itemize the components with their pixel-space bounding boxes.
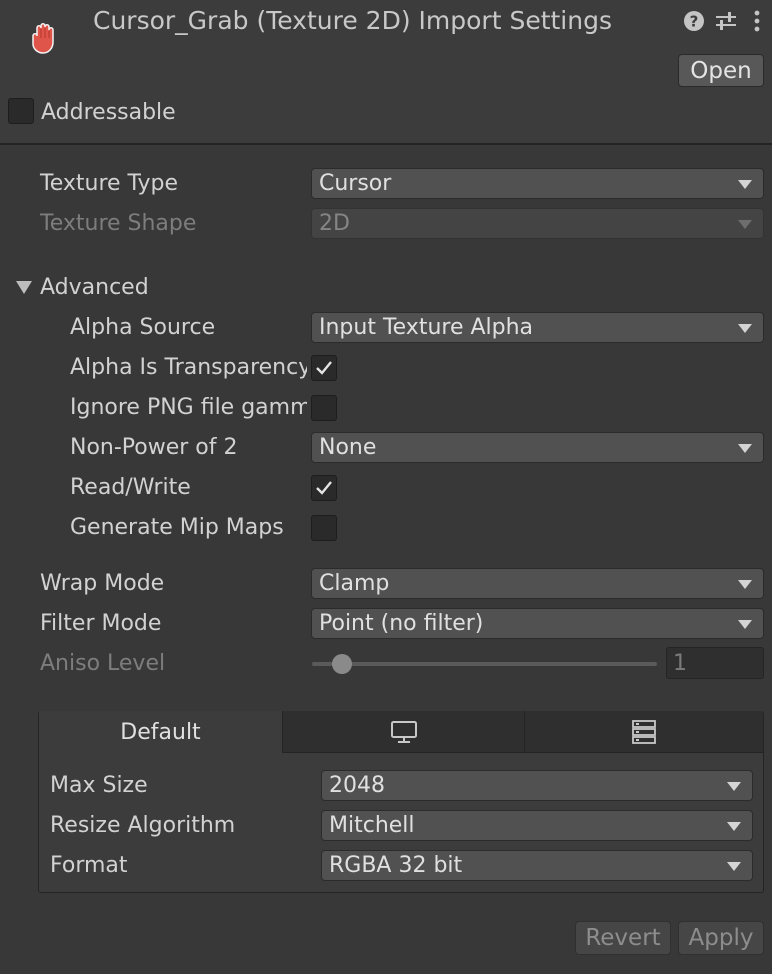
chevron-down-icon: [727, 822, 741, 831]
chevron-down-icon: [727, 862, 741, 871]
chevron-down-icon: [738, 580, 752, 589]
texture-type-dropdown[interactable]: Cursor: [311, 168, 764, 199]
read-write-label: Read/Write: [70, 475, 191, 500]
format-value: RGBA 32 bit: [329, 853, 463, 878]
sliders-icon[interactable]: [714, 9, 738, 39]
foldout-arrow-icon[interactable]: [16, 281, 32, 294]
chevron-down-icon: [738, 620, 752, 629]
aniso-level-slider-track: [312, 662, 657, 666]
wrap-mode-value: Clamp: [319, 571, 390, 596]
max-size-label: Max Size: [50, 773, 148, 798]
aniso-level-slider-handle: [331, 654, 352, 674]
hand-icon: [26, 20, 62, 62]
alpha-is-transparency-checkbox[interactable]: [311, 355, 337, 381]
open-button[interactable]: Open: [678, 54, 764, 87]
alpha-source-dropdown[interactable]: Input Texture Alpha: [311, 312, 764, 343]
texture-shape-dropdown: 2D: [311, 208, 764, 239]
advanced-foldout-label[interactable]: Advanced: [40, 275, 149, 300]
texture-shape-label: Texture Shape: [40, 211, 197, 236]
tab-standalone[interactable]: [282, 711, 524, 753]
help-icon[interactable]: ?: [683, 9, 705, 39]
generate-mip-maps-label: Generate Mip Maps: [70, 515, 284, 540]
ignore-png-gamma-label: Ignore PNG file gamma: [70, 395, 307, 420]
chevron-down-icon: [738, 324, 752, 333]
format-label: Format: [50, 853, 128, 878]
alpha-is-transparency-label: Alpha Is Transparency: [70, 355, 307, 380]
aniso-level-label: Aniso Level: [40, 651, 166, 676]
resize-algorithm-label: Resize Algorithm: [50, 813, 236, 838]
server-icon: [632, 719, 656, 744]
filter-mode-dropdown[interactable]: Point (no filter): [311, 608, 764, 639]
read-write-checkbox[interactable]: [311, 475, 337, 501]
inspector-title: Cursor_Grab (Texture 2D) Import Settings: [93, 6, 612, 35]
aniso-level-field: 1: [666, 647, 764, 679]
resize-algorithm-dropdown[interactable]: Mitchell: [321, 810, 753, 841]
non-power-of-2-dropdown[interactable]: None: [311, 432, 764, 463]
chevron-down-icon: [727, 782, 741, 791]
revert-button[interactable]: Revert: [575, 921, 671, 955]
texture-shape-value: 2D: [319, 211, 350, 236]
alpha-source-label: Alpha Source: [70, 315, 216, 340]
chevron-down-icon: [738, 220, 752, 229]
apply-button[interactable]: Apply: [678, 921, 764, 955]
tab-default[interactable]: Default: [39, 711, 282, 753]
non-power-of-2-label: Non-Power of 2: [70, 435, 238, 460]
addressable-checkbox[interactable]: [8, 98, 34, 124]
checkmark-icon: [316, 481, 332, 495]
chevron-down-icon: [738, 444, 752, 453]
wrap-mode-label: Wrap Mode: [40, 571, 165, 596]
max-size-value: 2048: [329, 773, 385, 798]
monitor-icon: [390, 720, 417, 743]
texture-type-label: Texture Type: [40, 171, 179, 196]
max-size-dropdown[interactable]: 2048: [321, 770, 753, 801]
resize-algorithm-value: Mitchell: [329, 813, 415, 838]
format-dropdown[interactable]: RGBA 32 bit: [321, 850, 753, 881]
tab-server[interactable]: [524, 711, 763, 753]
non-power-of-2-value: None: [319, 435, 377, 460]
addressable-label: Addressable: [41, 100, 176, 125]
header-divider: [0, 143, 772, 145]
wrap-mode-dropdown[interactable]: Clamp: [311, 568, 764, 599]
alpha-source-value: Input Texture Alpha: [319, 315, 534, 340]
filter-mode-value: Point (no filter): [319, 611, 484, 636]
filter-mode-label: Filter Mode: [40, 611, 162, 636]
kebab-menu-icon[interactable]: [750, 9, 764, 39]
texture-type-value: Cursor: [319, 171, 392, 196]
ignore-png-gamma-checkbox[interactable]: [311, 395, 337, 421]
checkmark-icon: [316, 361, 332, 375]
svg-text:?: ?: [690, 13, 699, 31]
generate-mip-maps-checkbox[interactable]: [311, 515, 337, 541]
chevron-down-icon: [738, 180, 752, 189]
